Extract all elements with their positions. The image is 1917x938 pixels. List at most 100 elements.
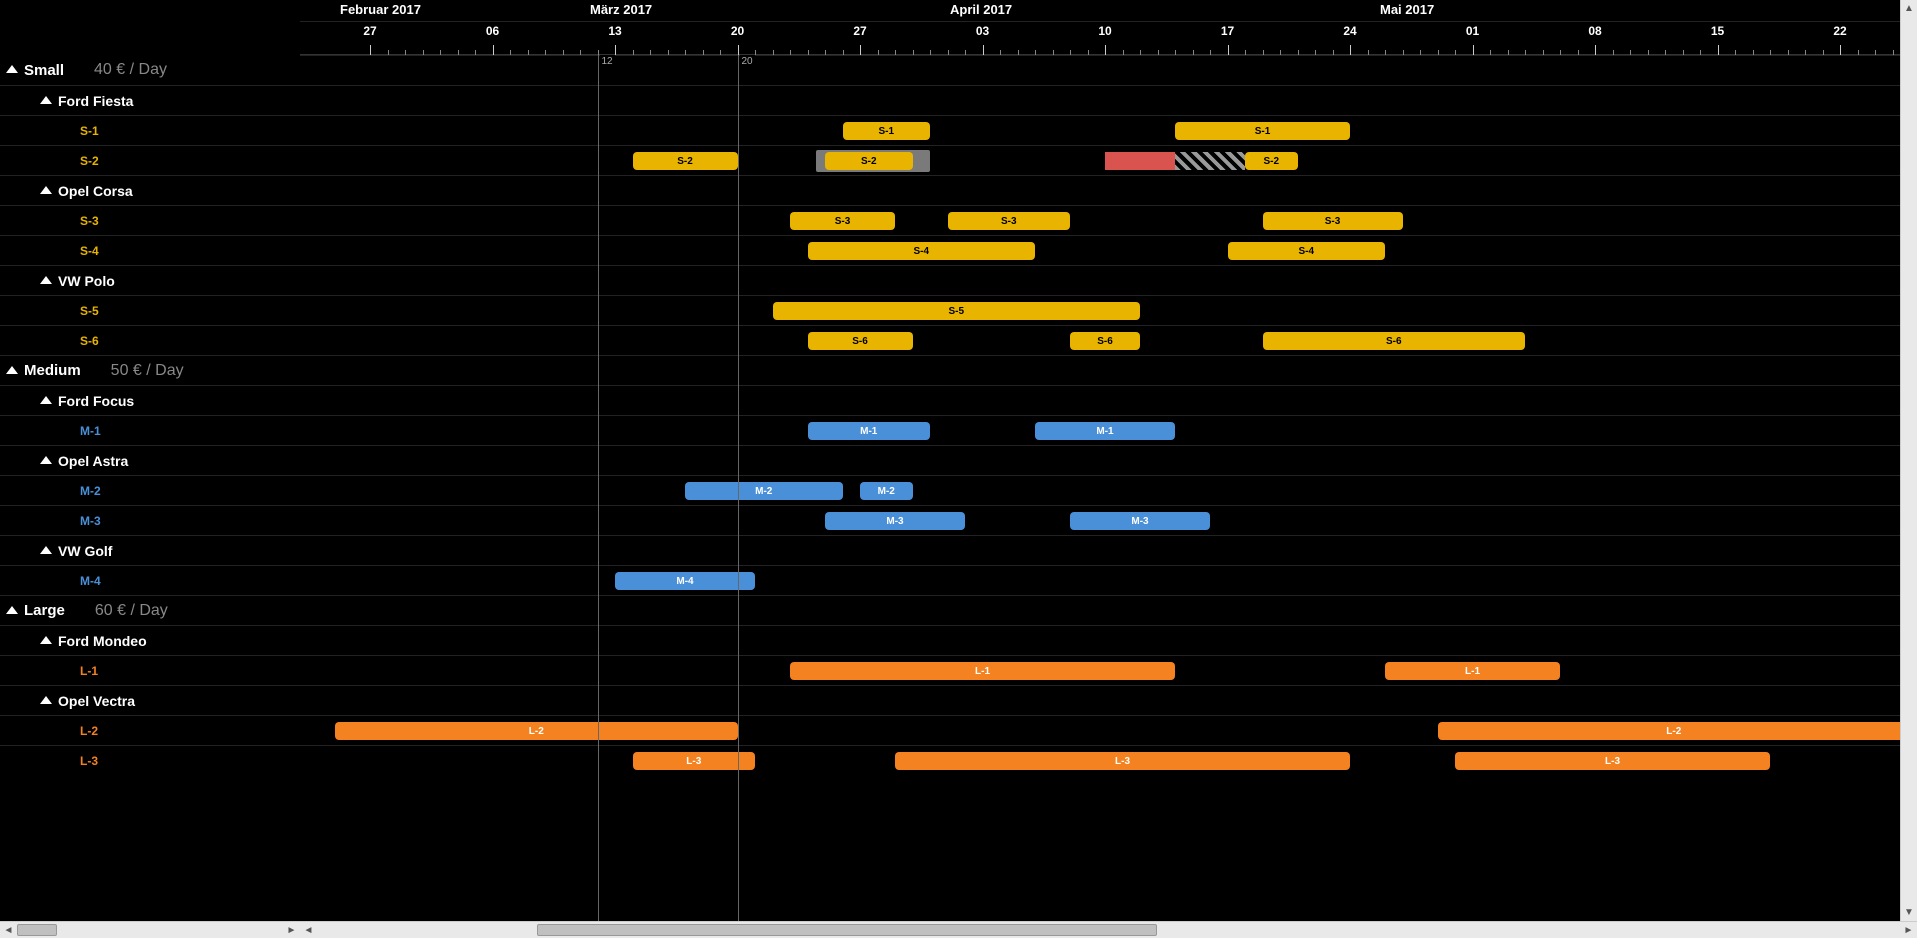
scroll-left-icon[interactable]: ◄ [0,922,17,938]
resource-row[interactable]: S-3 [0,205,300,235]
model-row[interactable]: Opel Corsa [0,175,300,205]
category-row[interactable]: Small40 € / Day [0,55,300,85]
reservation-bar[interactable]: L-3 [1455,752,1770,770]
expand-icon[interactable] [40,546,52,554]
expand-icon[interactable] [40,396,52,404]
reservation-bar[interactable]: S-4 [808,242,1036,260]
resource-row[interactable]: L-1 [0,655,300,685]
timeline-scrollbar[interactable]: ◄ ► [300,921,1917,938]
conflict-block[interactable] [1105,152,1175,170]
reservation-bar[interactable]: M-3 [1070,512,1210,530]
expand-icon[interactable] [40,636,52,644]
expand-icon[interactable] [6,366,18,374]
tick [983,45,984,55]
expand-icon[interactable] [6,65,18,73]
reservation-label: L-1 [969,666,996,677]
sidebar-scrollbar[interactable]: ◄ ► [0,921,300,938]
tick [1473,45,1474,55]
reservation-bar[interactable]: M-3 [825,512,965,530]
category-row[interactable]: Medium50 € / Day [0,355,300,385]
expand-icon[interactable] [40,276,52,284]
timeline: Februar 2017März 2017April 2017Mai 2017 … [300,0,1917,938]
reservation-bar[interactable]: M-4 [615,572,755,590]
reservation-bar[interactable]: L-2 [1438,722,1911,740]
model-row[interactable]: Opel Astra [0,445,300,475]
reservation-bar[interactable]: S-3 [1263,212,1403,230]
reservation-bar[interactable]: S-1 [843,122,931,140]
resource-name: S-4 [80,244,99,258]
scroll-left-icon[interactable]: ◄ [300,922,317,938]
day-label: 20 [731,24,744,38]
reservation-label: L-2 [523,726,550,737]
timeline-body[interactable]: 1220S-1S-1S-2S-2S-2S-3S-3S-3S-4S-4S-5S-6… [300,55,1917,921]
main-area: Small40 € / DayFord FiestaS-1S-2Opel Cor… [0,0,1917,938]
scroll-thumb[interactable] [537,924,1157,936]
resource-row[interactable]: M-1 [0,415,300,445]
reservation-bar[interactable]: S-4 [1228,242,1386,260]
resource-row[interactable]: S-1 [0,115,300,145]
reservation-bar[interactable]: M-2 [685,482,843,500]
reservation-bar[interactable]: S-6 [808,332,913,350]
reservation-bar[interactable]: M-1 [808,422,931,440]
scroll-right-icon[interactable]: ► [1900,922,1917,938]
scroll-right-icon[interactable]: ► [283,922,300,938]
tick [1350,45,1351,55]
reservation-bar[interactable]: S-2 [825,152,913,170]
resource-row[interactable]: S-4 [0,235,300,265]
reservation-bar[interactable]: S-5 [773,302,1141,320]
reservation-bar[interactable]: S-1 [1175,122,1350,140]
model-row[interactable]: VW Polo [0,265,300,295]
scroll-up-icon[interactable]: ▲ [1901,0,1917,17]
timeline-lane [300,355,1917,385]
category-row[interactable]: Large60 € / Day [0,595,300,625]
reservation-bar[interactable]: S-3 [790,212,895,230]
reservation-label: M-2 [872,486,901,497]
expand-icon[interactable] [40,186,52,194]
resource-name: L-2 [80,724,98,738]
resource-row[interactable]: M-4 [0,565,300,595]
model-row[interactable]: Opel Vectra [0,685,300,715]
resource-row[interactable]: M-3 [0,505,300,535]
reservation-bar[interactable]: S-6 [1263,332,1526,350]
month-row: Februar 2017März 2017April 2017Mai 2017 [300,0,1917,22]
model-row[interactable]: Ford Mondeo [0,625,300,655]
scroll-track[interactable] [17,922,283,938]
scroll-thumb[interactable] [17,924,57,936]
resource-row[interactable]: S-2 [0,145,300,175]
reservation-bar[interactable]: S-2 [1245,152,1298,170]
model-row[interactable]: Ford Fiesta [0,85,300,115]
scroll-track[interactable] [317,922,1900,938]
scroll-track[interactable] [1901,17,1917,904]
resource-row[interactable]: S-6 [0,325,300,355]
expand-icon[interactable] [6,606,18,614]
resource-row[interactable]: L-3 [0,745,300,775]
reservation-bar[interactable]: M-1 [1035,422,1175,440]
day-label: 17 [1221,24,1234,38]
reservation-bar[interactable]: L-1 [790,662,1175,680]
reservation-bar[interactable]: L-2 [335,722,738,740]
model-row[interactable]: VW Golf [0,535,300,565]
reservation-bar[interactable]: S-3 [948,212,1071,230]
expand-icon[interactable] [40,96,52,104]
reservation-bar[interactable]: S-6 [1070,332,1140,350]
today-marker-line [598,55,599,921]
reservation-bar[interactable]: L-1 [1385,662,1560,680]
reservation-bar[interactable]: S-2 [633,152,738,170]
timeline-lane [300,55,1917,85]
tick [370,45,371,55]
day-label: 08 [1588,24,1601,38]
vertical-scrollbar[interactable]: ▲ ▼ [1900,0,1917,921]
resource-row[interactable]: L-2 [0,715,300,745]
expand-icon[interactable] [40,696,52,704]
reservation-bar[interactable]: M-2 [860,482,913,500]
resource-name: L-1 [80,664,98,678]
maintenance-block[interactable] [1175,152,1245,170]
resource-row[interactable]: M-2 [0,475,300,505]
resource-row[interactable]: S-5 [0,295,300,325]
reservation-bar[interactable]: L-3 [895,752,1350,770]
timeline-lane [300,385,1917,415]
month-label: April 2017 [950,2,1012,17]
expand-icon[interactable] [40,456,52,464]
scroll-down-icon[interactable]: ▼ [1901,904,1917,921]
model-row[interactable]: Ford Focus [0,385,300,415]
